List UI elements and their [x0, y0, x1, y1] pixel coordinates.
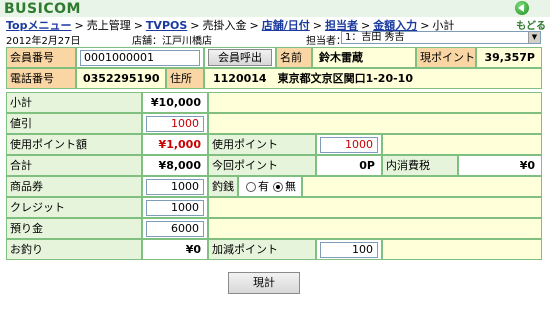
phone-label: 電話番号 [6, 68, 76, 89]
discount-label: 値引 [6, 113, 142, 134]
cash-total-button[interactable]: 現計 [228, 272, 300, 294]
breadcrumb-separator: > [249, 19, 259, 32]
address-value: 1120014 東京都文京区関口1-20-10 [204, 68, 542, 89]
used-points-label: 使用ポイント [208, 134, 316, 155]
staff-select-value: 1：吉田 秀吉 [345, 32, 405, 43]
date-text: 2012年2月27日 [6, 36, 81, 47]
name-value: 鈴木雷蔵 [312, 47, 416, 68]
blank-cell [208, 197, 542, 218]
subtotal-value: ¥10,000 [142, 92, 208, 113]
member-number-label: 会員番号 [6, 47, 76, 68]
discount-input[interactable]: 1000 [146, 116, 204, 132]
breadcrumb-separator: > [190, 19, 200, 32]
points-label: 現ポイント [416, 47, 476, 68]
change-no-radio[interactable] [273, 182, 283, 192]
phone-value: 0352295190 [76, 68, 166, 89]
credit-input[interactable]: 1000 [146, 200, 204, 216]
change-due-label: お釣り [6, 239, 142, 260]
breadcrumb-store-date[interactable]: 店舗/日付 [262, 19, 310, 32]
add-points-label: 加減ポイント [208, 239, 316, 260]
brand-logo: BUSICOM [4, 1, 81, 17]
blank-cell [382, 239, 542, 260]
back-button[interactable] [500, 0, 544, 17]
blank-cell [302, 176, 542, 197]
gift-input[interactable]: 1000 [146, 179, 204, 195]
chevron-down-icon[interactable]: ▼ [528, 32, 540, 43]
back-arrow-icon[interactable] [515, 1, 529, 15]
breadcrumb-top[interactable]: Topメニュー [6, 19, 71, 32]
change-no-label[interactable]: 無 [285, 180, 296, 193]
subtotal-label: 小計 [6, 92, 142, 113]
deposit-label: 預り金 [6, 218, 142, 239]
tax-value: ¥0 [458, 155, 542, 176]
breadcrumb-tvpos[interactable]: TVPOS [146, 19, 187, 32]
info-bar: 2012年2月27日 店舗：江戸川橋店 担当者： 1：吉田 秀吉 ▼ [6, 31, 542, 47]
total-label: 合計 [6, 155, 142, 176]
member-call-button[interactable]: 会員呼出 [208, 49, 272, 66]
this-time-points-label: 今回ポイント [208, 155, 316, 176]
staff-select[interactable]: 1：吉田 秀吉 ▼ [341, 31, 541, 44]
breadcrumb-sales: 売上管理 [86, 19, 131, 32]
breadcrumb-separator: > [312, 19, 322, 32]
total-value: ¥8,000 [142, 155, 208, 176]
change-label: 釣銭 [208, 176, 238, 197]
breadcrumb: Topメニュー > 売上管理 > TVPOS > 売掛入金 > 店舗/日付 > 担当者 > 金額入力 > 小… [6, 17, 454, 32]
blank-cell [382, 134, 542, 155]
change-yes-label[interactable]: 有 [258, 180, 269, 193]
change-due-value: ¥0 [142, 239, 208, 260]
breadcrumb-separator: > [133, 19, 143, 32]
used-points-input[interactable]: 1000 [320, 137, 378, 153]
blank-cell [208, 92, 542, 113]
points-value: 39,357P [476, 47, 542, 68]
breadcrumb-separator: > [74, 19, 84, 32]
gift-label: 商品券 [6, 176, 142, 197]
back-label[interactable]: もどる [516, 17, 546, 32]
this-time-points-value: 0P [316, 155, 382, 176]
blank-cell [208, 113, 542, 134]
staff-label: 担当者： [306, 36, 346, 47]
shop-text: 店舗：江戸川橋店 [132, 36, 212, 47]
app-header: BUSICOM [0, 0, 550, 17]
blank-cell [208, 218, 542, 239]
member-number-input[interactable]: 0001000001 [80, 50, 200, 66]
breadcrumb-receipt: 売掛入金 [202, 19, 247, 32]
add-points-input[interactable]: 100 [320, 242, 378, 258]
deposit-input[interactable]: 6000 [146, 221, 204, 237]
used-points-amount-label: 使用ポイント額 [6, 134, 142, 155]
credit-label: クレジット [6, 197, 142, 218]
name-label: 名前 [276, 47, 312, 68]
change-yes-radio[interactable] [246, 182, 256, 192]
used-points-amount-value: ¥1,000 [142, 134, 208, 155]
change-radio-group: 有無 [238, 176, 302, 197]
tax-label: 内消費税 [382, 155, 458, 176]
address-label: 住所 [166, 68, 204, 89]
